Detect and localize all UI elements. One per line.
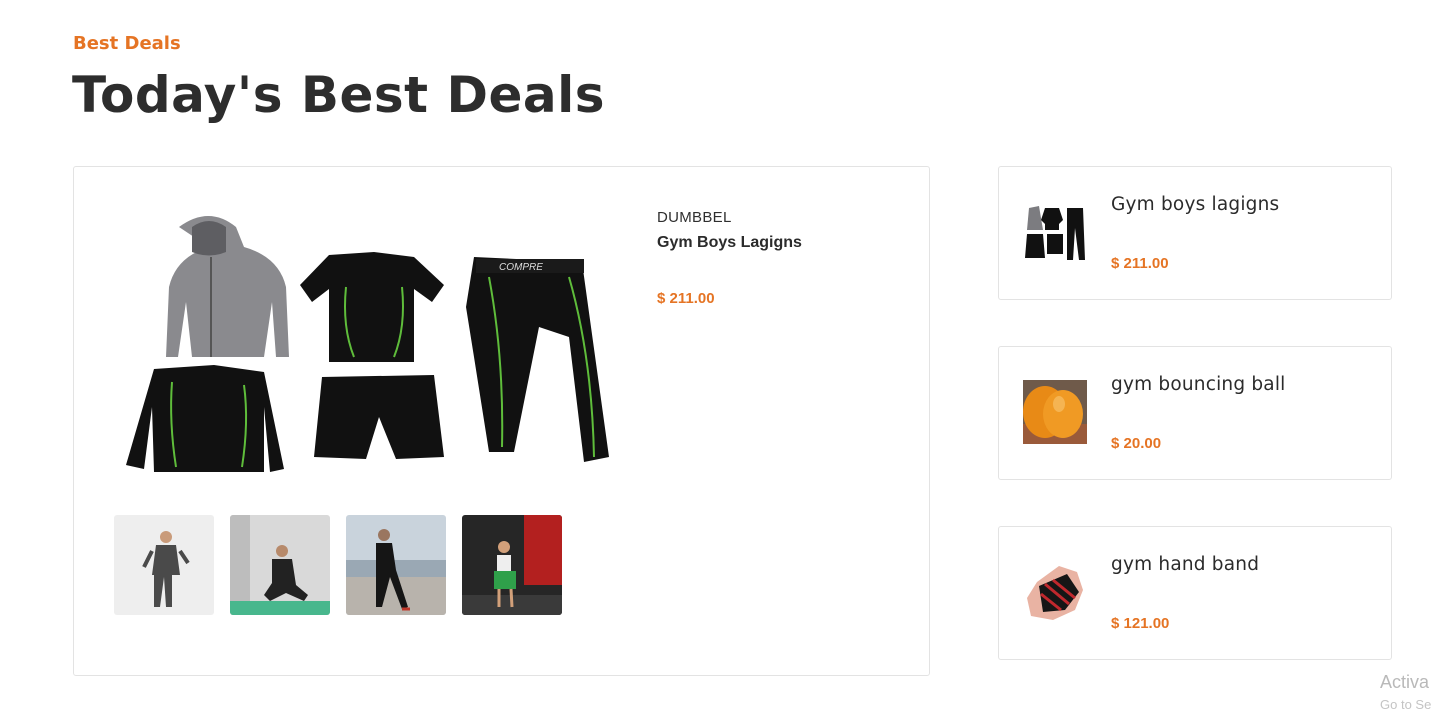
side-deal-name[interactable]: gym bouncing ball xyxy=(1111,374,1286,395)
side-deal-card[interactable]: Gym boys lagigns $ 211.00 xyxy=(998,166,1392,300)
gym-clothing-set-image[interactable]: COMPRE xyxy=(114,207,614,477)
side-deal-price: $ 20.00 xyxy=(1111,435,1162,452)
side-deal-card[interactable]: gym bouncing ball $ 20.00 xyxy=(998,346,1392,480)
featured-price: $ 211.00 xyxy=(657,290,715,307)
thumbnail-3[interactable] xyxy=(346,515,446,615)
side-deal-name[interactable]: gym hand band xyxy=(1111,554,1259,575)
activation-watermark: Activa xyxy=(1380,672,1430,692)
svg-text:COMPRE: COMPRE xyxy=(499,262,543,273)
section-eyebrow: Best Deals xyxy=(73,33,181,54)
side-deal-name[interactable]: Gym boys lagigns xyxy=(1111,194,1279,215)
thumbnail-1[interactable] xyxy=(114,515,214,615)
hand-wrap-thumb xyxy=(1023,560,1087,624)
thumbnail-strip xyxy=(114,515,562,615)
side-deal-price: $ 121.00 xyxy=(1111,615,1170,632)
page-title: Today's Best Deals xyxy=(72,66,606,124)
featured-info: DUMBBEL Gym Boys Lagigns $ 211.00 xyxy=(657,209,802,307)
featured-deal-card[interactable]: COMPRE DUMBBEL Gym Boys Lagigns $ 211.00 xyxy=(73,166,930,676)
featured-name[interactable]: Gym Boys Lagigns xyxy=(657,234,802,252)
activation-watermark-subtext: Go to Se xyxy=(1380,697,1432,712)
side-deal-price: $ 211.00 xyxy=(1111,255,1169,272)
gym-clothing-set-thumb xyxy=(1023,200,1087,264)
thumbnail-2[interactable] xyxy=(230,515,330,615)
thumbnail-4[interactable] xyxy=(462,515,562,615)
featured-category: DUMBBEL xyxy=(657,209,732,226)
orange-ball-thumb xyxy=(1023,380,1087,444)
side-deal-card[interactable]: gym hand band $ 121.00 xyxy=(998,526,1392,660)
